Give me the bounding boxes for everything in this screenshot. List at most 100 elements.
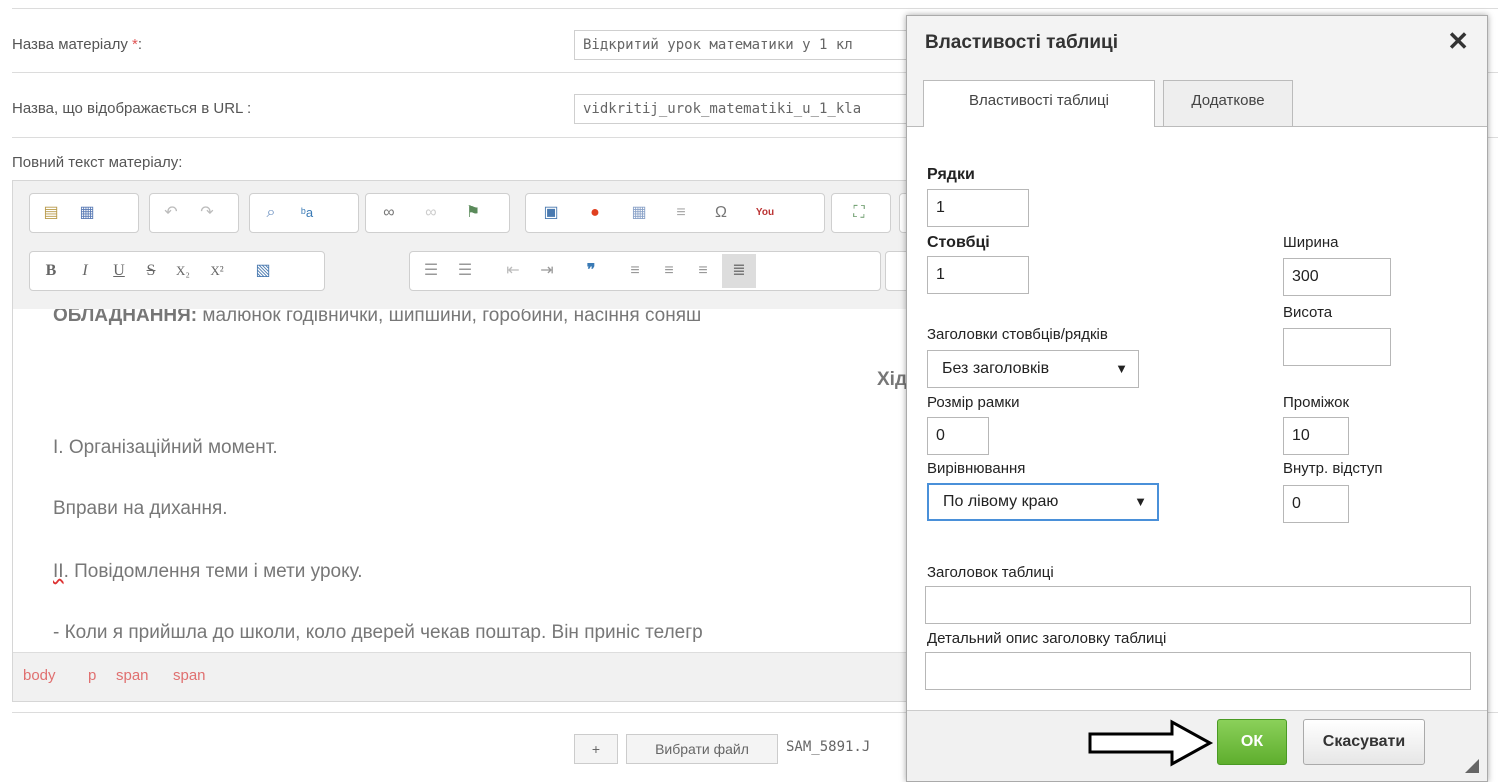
superscript-icon[interactable]: X²: [204, 258, 230, 284]
align-right-icon[interactable]: ≡: [690, 258, 716, 284]
rows-label: Рядки: [927, 166, 975, 183]
editor-toolbar: ▤ ▦ ↶ ↷ ⌕ ᵇa ∞ ∞ ⚑ ▣ ● ▦ ≡ Ω You ⛶ B I U…: [13, 181, 923, 309]
table-icon[interactable]: ▦: [626, 200, 652, 226]
underline-icon[interactable]: U: [106, 258, 132, 284]
summary-label: Детальний опис заголовку таблиці: [927, 630, 1167, 647]
fulltext-label: Повний текст матеріалу:: [12, 154, 183, 171]
path-item-span[interactable]: span: [116, 667, 149, 684]
summary-input[interactable]: [925, 652, 1471, 690]
subscript-icon[interactable]: X₂: [170, 258, 196, 284]
choose-file-button[interactable]: Вибрати файл: [626, 734, 778, 764]
ok-button[interactable]: ОК: [1217, 719, 1287, 765]
title-label-suffix: :: [137, 36, 143, 53]
toolbar-group-insert: ▣ ● ▦ ≡ Ω You: [525, 193, 825, 233]
justify-icon[interactable]: ≣: [722, 254, 756, 288]
element-path-bar: body p span span: [13, 652, 923, 701]
maximize-icon[interactable]: ⛶: [846, 200, 872, 226]
caption-label: Заголовок таблиці: [927, 564, 1054, 581]
columns-label: Стовбці: [927, 234, 990, 251]
outdent-icon[interactable]: ⇤: [500, 258, 526, 284]
toolbar-group-undo: ↶ ↷: [149, 193, 239, 233]
cell-padding-input[interactable]: 0: [1283, 485, 1349, 523]
cancel-button[interactable]: Скасувати: [1303, 719, 1425, 765]
url-label: Назва, що відображається в URL :: [12, 100, 252, 117]
remove-format-icon[interactable]: ▧: [250, 258, 276, 284]
caption-input[interactable]: [925, 586, 1471, 624]
close-icon[interactable]: ✕: [1447, 26, 1469, 57]
indent-icon[interactable]: ⇥: [534, 258, 560, 284]
title-input[interactable]: Відкритий урок математики у 1 кл: [574, 30, 910, 60]
path-item-span[interactable]: span: [173, 667, 206, 684]
border-size-input[interactable]: 0: [927, 417, 989, 455]
url-input[interactable]: vidkritij_urok_matematiki_u_1_kla: [574, 94, 910, 124]
flash-icon[interactable]: ●: [582, 200, 608, 226]
alignment-label: Вирівнювання: [927, 460, 1026, 477]
spellcheck-word: ІІ: [53, 561, 64, 582]
cell-spacing-label: Проміжок: [1283, 394, 1350, 411]
editor-paragraph: Вправи на дихання.: [53, 498, 228, 519]
link-icon[interactable]: ∞: [376, 200, 402, 226]
strike-icon[interactable]: S: [138, 258, 164, 284]
align-left-icon[interactable]: ≡: [622, 258, 648, 284]
title-label: Назва матеріалу *:: [12, 36, 142, 53]
dialog-title: Властивості таблиці: [925, 32, 1118, 53]
bulleted-list-icon[interactable]: ☰: [452, 258, 478, 284]
italic-icon[interactable]: I: [72, 258, 98, 284]
hr-icon[interactable]: ≡: [668, 200, 694, 226]
editor-content[interactable]: ОБЛАДНАННЯ: малюнок годівнички, шипшини,…: [13, 309, 923, 653]
columns-input[interactable]: 1: [927, 256, 1029, 294]
width-input[interactable]: 300: [1283, 258, 1391, 296]
youtube-icon[interactable]: You: [752, 200, 778, 226]
path-item-p[interactable]: p: [88, 667, 96, 684]
pointer-arrow-icon: [1088, 719, 1214, 767]
align-center-icon[interactable]: ≡: [656, 258, 682, 284]
dialog-title-bar[interactable]: Властивості таблиці ✕: [907, 16, 1487, 73]
blockquote-icon[interactable]: ❞: [578, 258, 604, 284]
toolbar-group-view: ⛶: [831, 193, 891, 233]
headers-select-value: Без заголовків: [942, 360, 1050, 377]
toolbar-group-find: ⌕ ᵇa: [249, 193, 359, 233]
headers-select[interactable]: Без заголовків ▼: [927, 350, 1139, 388]
undo-icon[interactable]: ↶: [158, 200, 184, 226]
tab-advanced[interactable]: Додаткове: [1163, 80, 1293, 126]
add-file-button[interactable]: +: [574, 734, 618, 764]
headers-label: Заголовки стовбців/рядків: [927, 326, 1108, 343]
toolbar-group-basicstyles: B I U S X₂ X² ▧: [29, 251, 325, 291]
rich-text-editor[interactable]: ▤ ▦ ↶ ↷ ⌕ ᵇa ∞ ∞ ⚑ ▣ ● ▦ ≡ Ω You ⛶ B I U…: [12, 180, 924, 702]
unlink-icon[interactable]: ∞: [418, 200, 444, 226]
source-icon[interactable]: ▦: [74, 200, 100, 226]
chevron-down-icon: ▼: [1134, 494, 1147, 509]
editor-paragraph: І. Організаційний момент.: [53, 437, 278, 458]
image-icon[interactable]: ▣: [538, 200, 564, 226]
file-name: SAM_5891.J: [786, 739, 871, 755]
height-input[interactable]: [1283, 328, 1391, 366]
alignment-select[interactable]: По лівому краю ▼: [927, 483, 1159, 521]
template-icon[interactable]: ▤: [38, 200, 64, 226]
equipment-heading: ОБЛАДНАННЯ:: [53, 309, 198, 326]
dialog-tabs: Властивості таблиці Додаткове: [907, 72, 1487, 127]
paragraph-text: . Повідомлення теми і мети уроку.: [63, 561, 363, 582]
editor-paragraph: - Коли я прийшла до школи, коло дверей ч…: [53, 622, 703, 643]
editor-paragraph: ОБЛАДНАННЯ: малюнок годівнички, шипшини,…: [53, 309, 701, 327]
toolbar-group-links: ∞ ∞ ⚑: [365, 193, 510, 233]
bold-icon[interactable]: B: [38, 258, 64, 284]
editor-paragraph: Хід: [877, 369, 908, 390]
height-label: Висота: [1283, 304, 1333, 321]
editor-paragraph: ІІ. Повідомлення теми і мети уроку.: [53, 561, 363, 583]
path-item-body[interactable]: body: [23, 667, 56, 684]
toolbar-group-document: ▤ ▦: [29, 193, 139, 233]
width-label: Ширина: [1283, 234, 1339, 251]
rows-input[interactable]: 1: [927, 189, 1029, 227]
cell-spacing-input[interactable]: 10: [1283, 417, 1349, 455]
title-label-text: Назва матеріалу: [12, 36, 128, 53]
numbered-list-icon[interactable]: ☰: [418, 258, 444, 284]
chevron-down-icon: ▼: [1115, 361, 1128, 376]
resize-handle[interactable]: [1465, 759, 1479, 773]
redo-icon[interactable]: ↷: [194, 200, 220, 226]
special-char-icon[interactable]: Ω: [708, 200, 734, 226]
anchor-icon[interactable]: ⚑: [460, 200, 486, 226]
find-icon[interactable]: ⌕: [258, 200, 284, 226]
toolbar-group-paragraph: ☰ ☰ ⇤ ⇥ ❞ ≡ ≡ ≡ ≣: [409, 251, 881, 291]
replace-icon[interactable]: ᵇa: [294, 200, 320, 226]
tab-table-properties[interactable]: Властивості таблиці: [923, 80, 1155, 127]
